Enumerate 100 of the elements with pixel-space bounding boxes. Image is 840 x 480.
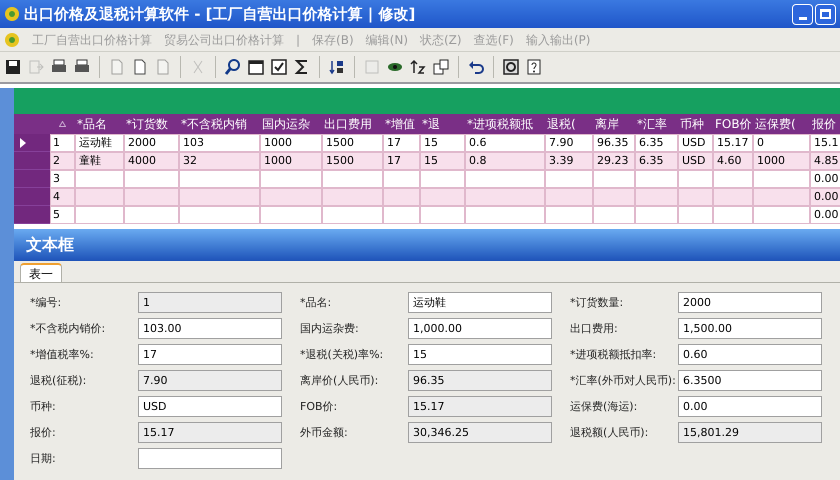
- table-cell: 7.90: [545, 134, 593, 152]
- table-cell: [545, 188, 593, 206]
- field-label: *品名:: [300, 296, 332, 308]
- table-cell: [635, 188, 678, 206]
- column-header[interactable]: *汇率: [635, 115, 678, 133]
- field-label: *订货数量:: [570, 296, 624, 308]
- sort-arrow-icon[interactable]: [409, 58, 427, 76]
- column-header[interactable]: 报价: [810, 115, 840, 133]
- column-header[interactable]: 运保费(: [753, 115, 810, 133]
- table-cell: 29.23: [593, 152, 635, 170]
- table-cell: 0.00: [810, 170, 840, 188]
- input-field[interactable]: 17: [138, 344, 282, 364]
- table-cell: [124, 206, 179, 224]
- table-cell: [75, 188, 124, 206]
- field-label: *编号:: [30, 296, 62, 308]
- table-cell: [420, 170, 465, 188]
- table-cell: [635, 206, 678, 224]
- table-cell: [593, 206, 635, 224]
- column-header[interactable]: *品名: [75, 115, 124, 133]
- table-cell: [545, 206, 593, 224]
- table-cell: 6.35: [635, 134, 678, 152]
- input-field[interactable]: 30,346.25: [408, 422, 552, 442]
- maximize-button[interactable]: [815, 4, 836, 24]
- field-label: *增值税率%:: [30, 348, 95, 360]
- input-field[interactable]: 15: [408, 344, 552, 364]
- row-selector[interactable]: [14, 134, 50, 152]
- column-header[interactable]: 币种: [678, 115, 713, 133]
- input-field[interactable]: 运动鞋: [408, 292, 552, 312]
- column-header[interactable]: *不含税内销: [179, 115, 260, 133]
- column-header[interactable]: *增值: [383, 115, 420, 133]
- field-label: *进项税额抵扣率:: [570, 348, 658, 360]
- column-header[interactable]: *进项税额抵: [465, 115, 545, 133]
- input-field[interactable]: 0.00: [678, 396, 822, 416]
- app-icon: [4, 32, 20, 48]
- search-icon[interactable]: [224, 58, 242, 76]
- table-cell: 17: [383, 152, 420, 170]
- table-cell: [260, 170, 322, 188]
- window-icon[interactable]: [247, 58, 265, 76]
- table-cell: [545, 170, 593, 188]
- column-header[interactable]: 国内运杂: [260, 115, 322, 133]
- input-field[interactable]: 7.90: [138, 370, 282, 390]
- input-field[interactable]: 6.3500: [678, 370, 822, 390]
- table-cell: [383, 206, 420, 224]
- tab[interactable]: 表一: [20, 263, 62, 282]
- table-cell: [753, 206, 810, 224]
- field-label: 退税额(人民币):: [570, 426, 650, 438]
- input-field[interactable]: 1,000.00: [408, 318, 552, 338]
- table-cell: 0: [753, 134, 810, 152]
- column-header[interactable]: 离岸: [593, 115, 635, 133]
- input-field[interactable]: 15.17: [138, 422, 282, 442]
- field-label: 外币金额:: [300, 426, 349, 438]
- field-label: FOB价:: [300, 400, 338, 412]
- row-number: 2: [50, 152, 75, 170]
- input-field[interactable]: 15.17: [408, 396, 552, 416]
- table-cell: 4.60: [713, 152, 753, 170]
- field-label: 日期:: [30, 452, 57, 464]
- table-cell: [75, 206, 124, 224]
- column-header[interactable]: *退: [420, 115, 465, 133]
- input-field[interactable]: 1: [138, 292, 282, 312]
- save-icon[interactable]: [4, 58, 22, 76]
- table-cell: [260, 206, 322, 224]
- table-cell: 15: [420, 152, 465, 170]
- table-cell: 0.00: [810, 206, 840, 224]
- input-field[interactable]: [138, 448, 282, 468]
- table-cell: [383, 188, 420, 206]
- input-field[interactable]: 96.35: [408, 370, 552, 390]
- stop-icon[interactable]: [502, 58, 520, 76]
- input-field[interactable]: 0.60: [678, 344, 822, 364]
- input-field[interactable]: 2000: [678, 292, 822, 312]
- column-header[interactable]: FOB价: [713, 115, 753, 133]
- column-header[interactable]: 退税(: [545, 115, 593, 133]
- table-cell: 1500: [322, 134, 383, 152]
- field-label: 离岸价(人民币):: [300, 374, 380, 386]
- table-cell: 1000: [260, 152, 322, 170]
- window-title: 出口价格及退税计算软件 - [工厂自营出口价格计算 | 修改]: [24, 4, 416, 25]
- row-number: 1: [50, 134, 75, 152]
- app-icon: [4, 6, 20, 22]
- sort-indicator-icon: [59, 121, 66, 127]
- input-field[interactable]: 1,500.00: [678, 318, 822, 338]
- table-cell: 6.35: [635, 152, 678, 170]
- input-field[interactable]: USD: [138, 396, 282, 416]
- table-cell: 32: [179, 152, 260, 170]
- table-cell: [713, 206, 753, 224]
- table-cell: 0.6: [465, 134, 545, 152]
- checkbox-icon[interactable]: [270, 58, 288, 76]
- table-cell: [75, 170, 124, 188]
- input-field[interactable]: 103.00: [138, 318, 282, 338]
- column-header[interactable]: 出口费用: [322, 115, 383, 133]
- table-cell: [260, 188, 322, 206]
- input-field[interactable]: 15,801.29: [678, 422, 822, 442]
- column-header[interactable]: *订货数: [124, 115, 179, 133]
- table-cell: [322, 188, 383, 206]
- table-cell: 1500: [322, 152, 383, 170]
- table-cell: [420, 188, 465, 206]
- table-cell: 0.00: [810, 188, 840, 206]
- copy-icon[interactable]: [432, 58, 450, 76]
- table-cell: USD: [678, 134, 713, 152]
- help-icon[interactable]: [525, 58, 543, 76]
- minimize-button[interactable]: [792, 4, 813, 24]
- sort-icon[interactable]: [328, 58, 346, 76]
